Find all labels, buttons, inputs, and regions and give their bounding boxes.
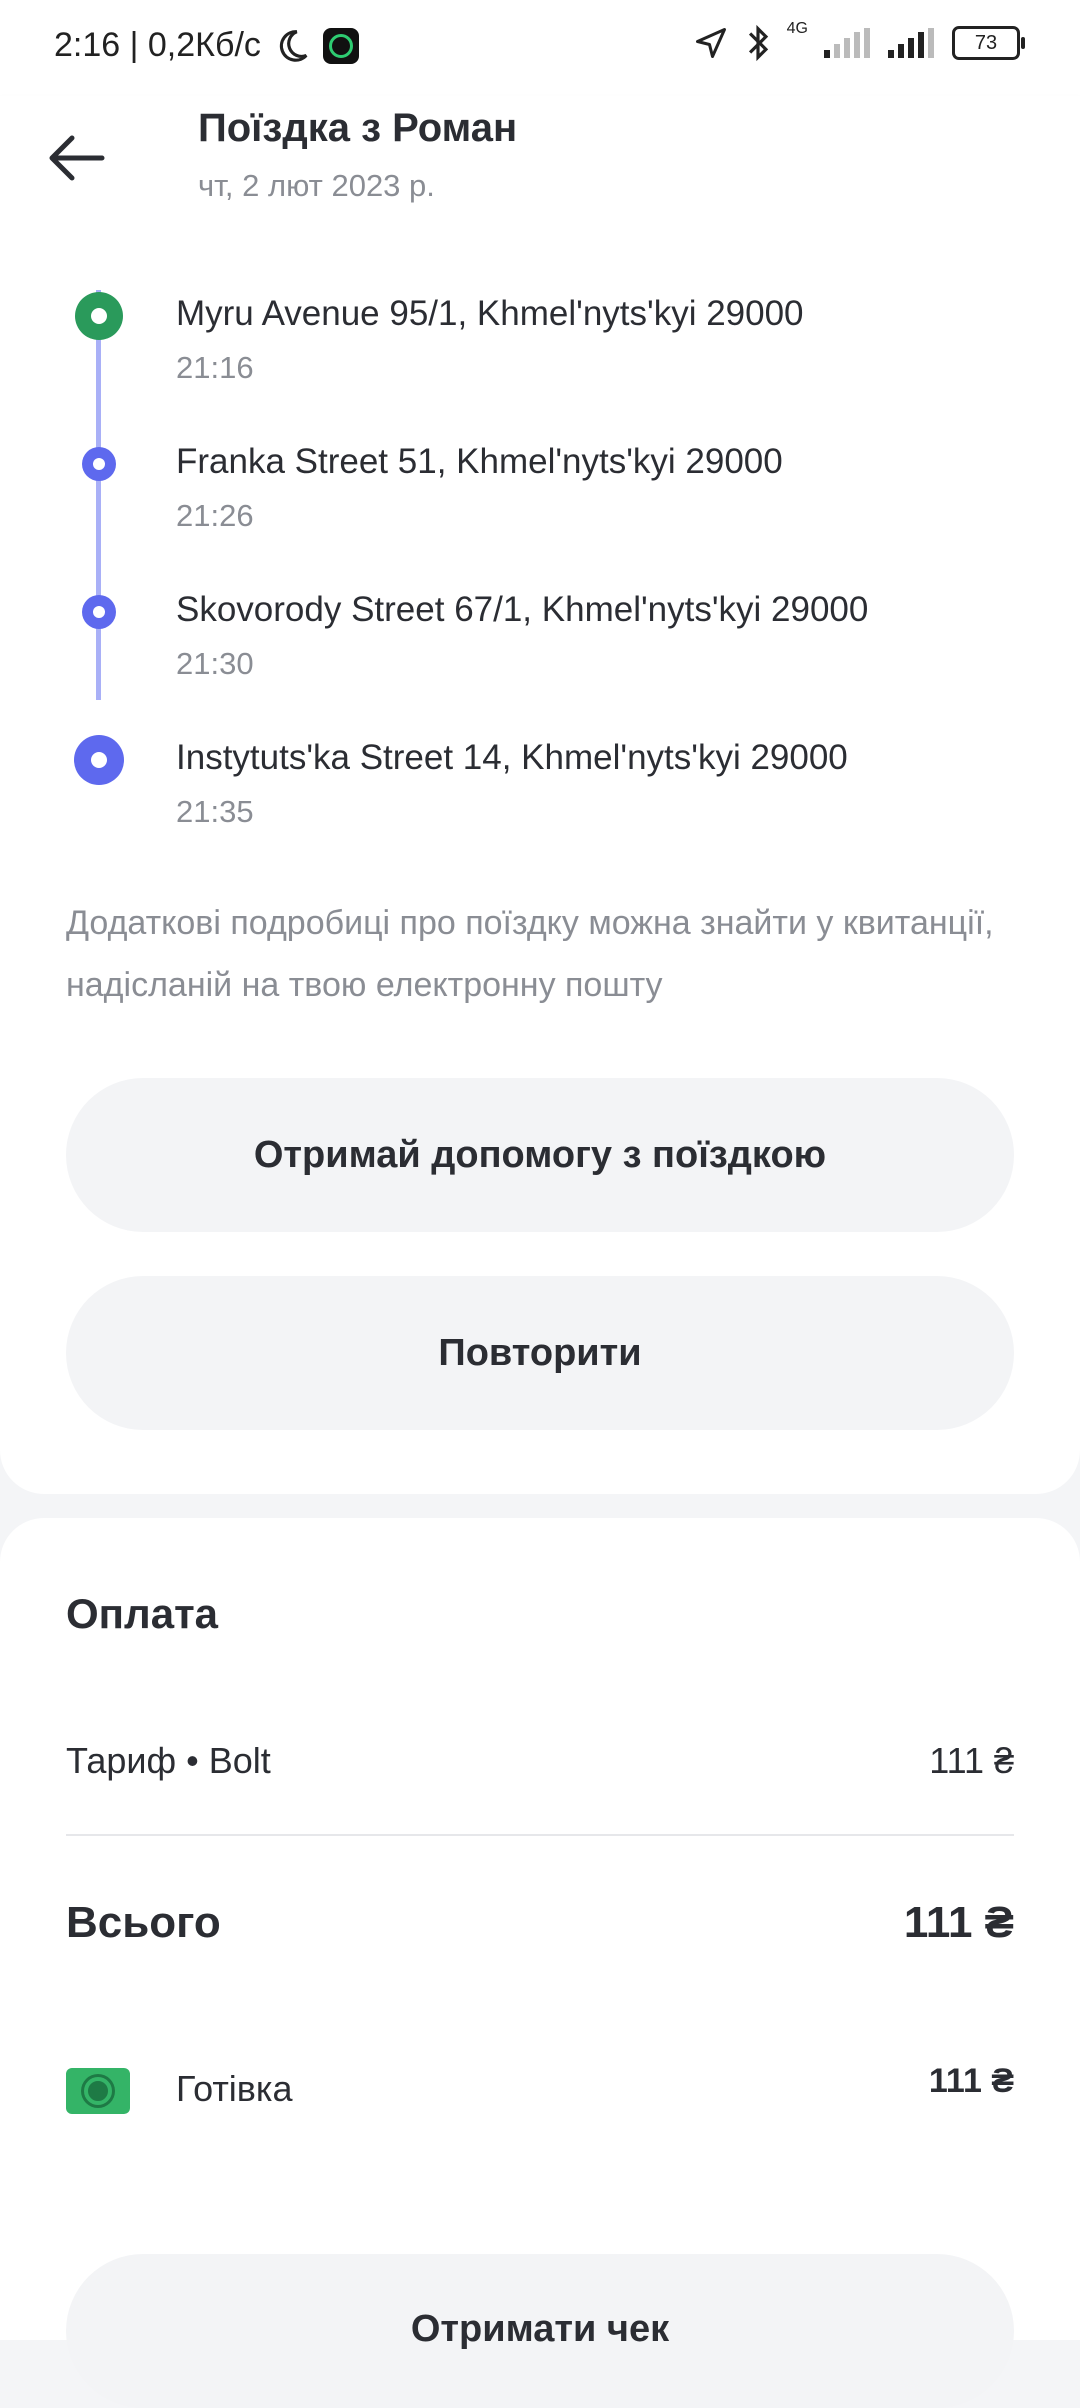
location-arrow-icon <box>695 28 726 58</box>
route-card: Myru Avenue 95/1, Khmel'nyts'kyi 29000 2… <box>0 230 1080 1494</box>
stop-time: 21:30 <box>176 646 254 681</box>
payment-card: Оплата Тариф • Bolt 111 ₴ Всього 111 ₴ Г… <box>0 1518 1080 2408</box>
stop-address: Skovorody Street 67/1, Khmel'nyts'kyi 29… <box>176 590 869 629</box>
back-button[interactable] <box>40 122 112 194</box>
payment-method-label: Готівка <box>176 2068 293 2109</box>
route-stop-3: Skovorody Street 67/1, Khmel'nyts'kyi 29… <box>0 554 1080 694</box>
payment-method-value: 111 ₴ <box>928 2062 1014 2100</box>
signal-icon-1 <box>824 28 870 58</box>
arrow-left-icon <box>49 135 105 181</box>
app-notification-icon <box>322 27 359 64</box>
stop-time: 21:16 <box>176 350 254 385</box>
receipt-info-text: Додаткові подробиці про поїздку можна зн… <box>66 904 994 1004</box>
status-time: 2:16 | 0,2Кб/с <box>54 26 261 64</box>
signal-icon-2 <box>888 28 934 58</box>
bluetooth-icon <box>748 24 768 62</box>
payment-title: Оплата <box>66 1590 219 1637</box>
destination-dot-icon <box>74 735 124 785</box>
stop-address: Franka Street 51, Khmel'nyts'kyi 29000 <box>176 442 783 481</box>
fare-value: 111 ₴ <box>929 1740 1014 1781</box>
route-stop-start: Myru Avenue 95/1, Khmel'nyts'kyi 29000 2… <box>0 258 1080 398</box>
get-receipt-button[interactable]: Отримати чек <box>66 2254 1014 2408</box>
cash-icon <box>66 2068 130 2114</box>
trip-header: Поїздка з Роман чт, 2 лют 2023 р. <box>0 96 1080 230</box>
waypoint-dot-icon <box>82 447 116 481</box>
total-value: 111 ₴ <box>903 1898 1014 1947</box>
total-label: Всього <box>66 1898 221 1947</box>
battery-icon: 73 <box>952 26 1025 60</box>
status-bar: 2:16 | 0,2Кб/с 4G 73 <box>0 0 1080 96</box>
network-type-label: 4G <box>786 20 808 37</box>
stop-address: Myru Avenue 95/1, Khmel'nyts'kyi 29000 <box>176 294 804 333</box>
trip-date: чт, 2 лют 2023 р. <box>198 168 435 203</box>
fare-label: Тариф • Bolt <box>66 1740 271 1781</box>
waypoint-dot-icon <box>82 595 116 629</box>
divider <box>66 1834 1014 1836</box>
do-not-disturb-moon-icon <box>279 29 308 62</box>
page-title: Поїздка з Роман <box>198 106 518 150</box>
repeat-trip-button[interactable]: Повторити <box>66 1276 1014 1430</box>
get-help-button[interactable]: Отримай допомогу з поїздкою <box>66 1078 1014 1232</box>
route-stop-2: Franka Street 51, Khmel'nyts'kyi 29000 2… <box>0 406 1080 546</box>
stop-time: 21:26 <box>176 498 254 533</box>
stop-time: 21:35 <box>176 794 254 829</box>
stop-address: Instytuts'ka Street 14, Khmel'nyts'kyi 2… <box>176 738 848 777</box>
pickup-dot-icon <box>75 292 123 340</box>
route-stop-end: Instytuts'ka Street 14, Khmel'nyts'kyi 2… <box>0 702 1080 842</box>
